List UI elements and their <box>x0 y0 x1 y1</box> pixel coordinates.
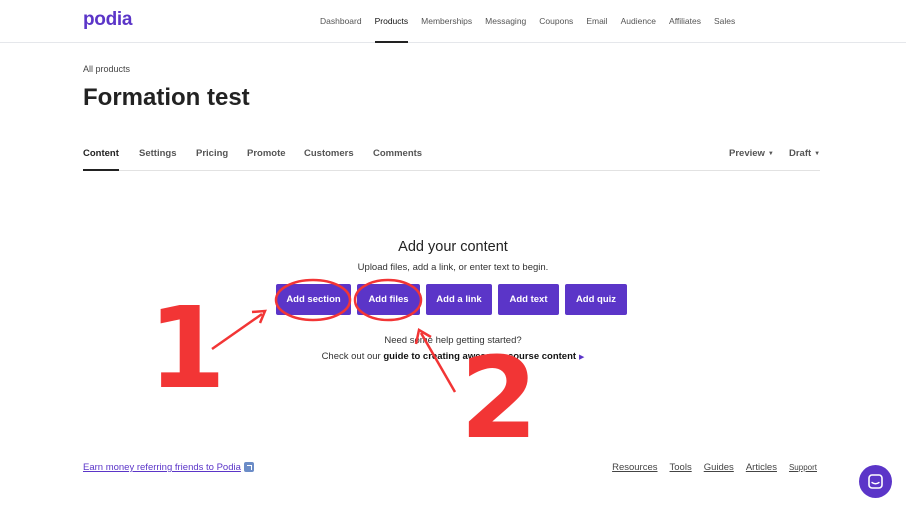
nav-dashboard[interactable]: Dashboard <box>320 0 362 43</box>
footer-link-resources[interactable]: Resources <box>612 462 657 473</box>
add-content-subheading: Upload files, add a link, or enter text … <box>357 262 549 273</box>
annotation-number-2: 2 <box>460 334 538 464</box>
podia-logo[interactable]: podia <box>83 9 132 31</box>
guide-line: Check out our guide to creating awesome … <box>0 351 906 362</box>
footer-links: Resources Tools Guides Articles Support <box>600 462 817 473</box>
tab-content[interactable]: Content <box>83 148 119 159</box>
help-text: Need some help getting started? <box>384 335 522 346</box>
footer-link-support[interactable]: Support <box>789 463 817 474</box>
nav-audience[interactable]: Audience <box>621 0 656 43</box>
top-navigation-bar: podia Dashboard Products Memberships Mes… <box>0 0 906 43</box>
page-title: Formation test <box>83 84 250 111</box>
add-quiz-button[interactable]: Add quiz <box>565 284 627 315</box>
arrowhead-add-section <box>251 309 267 324</box>
add-files-button[interactable]: Add files <box>357 284 420 315</box>
nav-memberships[interactable]: Memberships <box>421 0 472 43</box>
nav-coupons[interactable]: Coupons <box>539 0 573 43</box>
tab-pricing[interactable]: Pricing <box>196 148 228 159</box>
nav-products[interactable]: Products <box>374 0 408 43</box>
nav-sales[interactable]: Sales <box>714 0 735 43</box>
status-label: Draft <box>789 148 812 159</box>
active-tab-indicator <box>83 169 119 171</box>
nav-affiliates[interactable]: Affiliates <box>669 0 701 43</box>
preview-dropdown[interactable]: Preview ▼ <box>729 148 774 159</box>
nav-email[interactable]: Email <box>586 0 607 43</box>
add-section-button[interactable]: Add section <box>276 284 351 315</box>
tab-comments[interactable]: Comments <box>373 148 422 159</box>
chevron-down-icon: ▼ <box>814 151 821 157</box>
add-text-button[interactable]: Add text <box>498 284 559 315</box>
add-link-button[interactable]: Add a link <box>426 284 492 315</box>
footer-link-guides[interactable]: Guides <box>704 462 734 473</box>
tab-customers[interactable]: Customers <box>304 148 354 159</box>
referral-link[interactable]: Earn money referring friends to Podia <box>83 462 254 473</box>
external-link-icon <box>243 462 254 473</box>
chat-icon <box>868 474 883 489</box>
play-arrow-icon: ▶ <box>579 354 585 361</box>
product-tabs: Content Settings Pricing Promote Custome… <box>83 138 820 171</box>
chat-support-button[interactable] <box>859 465 892 498</box>
tab-promote[interactable]: Promote <box>247 148 286 159</box>
footer-link-tools[interactable]: Tools <box>670 462 692 473</box>
preview-label: Preview <box>729 148 765 159</box>
status-dropdown[interactable]: Draft ▼ <box>789 148 820 159</box>
annotation-number-1: 1 <box>148 284 226 414</box>
breadcrumb-all-products[interactable]: All products <box>83 64 130 74</box>
referral-label: Earn money referring friends to Podia <box>83 462 241 473</box>
footer-link-articles[interactable]: Articles <box>746 462 777 473</box>
guide-prefix: Check out our <box>321 351 381 362</box>
tab-settings[interactable]: Settings <box>139 148 176 159</box>
add-content-heading: Add your content <box>398 239 508 255</box>
chevron-down-icon: ▼ <box>767 151 774 157</box>
nav-messaging[interactable]: Messaging <box>485 0 526 43</box>
main-nav: Dashboard Products Memberships Messaging… <box>320 0 748 43</box>
